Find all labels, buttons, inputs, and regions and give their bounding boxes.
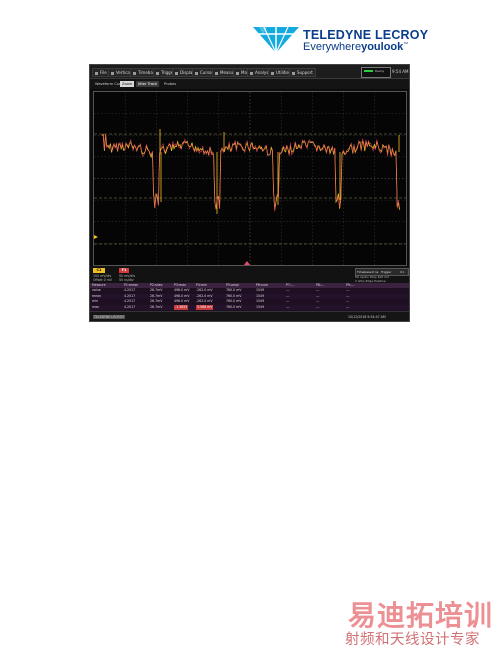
menu-bar: File Vertical Timebase Trigger Display C… xyxy=(90,65,409,79)
table-cell: --- xyxy=(286,288,290,292)
table-cell: 498.0 mV xyxy=(174,299,190,303)
status-footer: TELEDYNE LECROY 10/12/2018 9:54:47 AM xyxy=(90,311,409,321)
table-cell: -262.0 mV xyxy=(196,288,213,292)
table-cell: --- xyxy=(316,293,320,298)
logo-brand-text: TELEDYNE LECROY xyxy=(303,28,429,42)
table-row[interactable]: mean 4.2017 26.7mV 498.0 mV -262.0 mV 760.0 m… xyxy=(90,293,409,299)
table-cell: --- xyxy=(346,293,350,298)
table-cell: 498.0 mV xyxy=(174,293,190,298)
tab-bar: Waveform Cursors Zoom Jitter Track Probe… xyxy=(90,79,409,89)
waveform-grid[interactable] xyxy=(93,91,407,266)
channel-badge-c1[interactable]: C1 xyxy=(93,268,105,273)
function-badge-f1[interactable]: F1 xyxy=(119,268,129,273)
footer-timestamp: 10/12/2018 9:54:47 AM xyxy=(348,315,386,319)
table-cell: max xyxy=(92,304,99,309)
table-cell: 1549 xyxy=(256,293,265,298)
table-cell: 760.0 mV xyxy=(226,299,242,303)
logo-tagline: Everywhereyoulook™ xyxy=(303,41,409,53)
table-cell: --- xyxy=(316,299,320,303)
table-cell: 26.7mV xyxy=(150,288,163,292)
channel-descriptor-area: C1 100 mV/div Offset 0 mV F1 50 mV/div 5… xyxy=(90,266,409,283)
table-cell: --- xyxy=(286,299,290,303)
table-cell: --- xyxy=(286,304,290,309)
table-cell: mean xyxy=(92,293,102,298)
oscilloscope-screenshot: File Vertical Timebase Trigger Display C… xyxy=(89,64,410,322)
table-cell: 1549 xyxy=(256,299,265,303)
table-row[interactable]: value 4.2017 26.7mV 498.0 mV -262.0 mV 760.0 … xyxy=(90,288,409,293)
table-cell: --- xyxy=(346,288,350,292)
table-cell: 26.7mV xyxy=(150,299,163,303)
channel-offset: Offset 0 mV xyxy=(93,278,112,282)
logo-mark-icon xyxy=(253,26,299,54)
table-row[interactable]: max 4.2017 26.7mV -1.3855 3.568 mV 760.0 mV 15… xyxy=(90,304,409,310)
clock: 9:54 AM xyxy=(392,69,409,74)
table-cell: 760.0 mV xyxy=(226,293,242,298)
table-cell: -262.0 mV xyxy=(196,299,213,303)
menu-support[interactable]: Support xyxy=(289,68,316,77)
table-cell: 4.2017 xyxy=(124,288,136,292)
table-cell: 760.0 mV xyxy=(226,304,242,309)
table-cell: 26.7mV xyxy=(150,293,163,298)
table-cell: 760.0 mV xyxy=(226,288,242,292)
table-cell: 26.7mV xyxy=(150,304,163,309)
teledyne-lecroy-logo: TELEDYNE LECROY Everywhereyoulook™ xyxy=(251,25,429,55)
table-cell: --- xyxy=(346,304,350,309)
tab-jitter-track[interactable]: Jitter Track xyxy=(136,81,160,87)
table-cell: 1549 xyxy=(256,288,265,292)
table-cell: -262.0 mV xyxy=(196,293,213,298)
table-cell: 4.2017 xyxy=(124,299,136,303)
table-cell: 1549 xyxy=(256,304,265,309)
watermark-subtitle: 射频和天线设计专家 xyxy=(345,632,480,648)
table-cell: --- xyxy=(286,293,290,298)
function-timebase: 50 ns/div xyxy=(119,278,134,282)
table-cell: 498.0 mV xyxy=(174,288,190,292)
table-cell: --- xyxy=(346,299,350,303)
acquisition-status: Ready xyxy=(361,67,391,78)
tab-probes[interactable]: Probes xyxy=(162,81,178,87)
table-cell: value xyxy=(92,288,101,292)
watermark: 易迪拓培训 射频和天线设计专家 xyxy=(336,591,500,648)
table-cell: --- xyxy=(316,288,320,292)
table-cell: -1.3855 xyxy=(174,304,189,310)
footer-brand: TELEDYNE LECROY xyxy=(93,315,125,319)
table-cell: min xyxy=(92,299,99,303)
tab-zoom[interactable]: Zoom xyxy=(120,81,135,87)
table-row[interactable]: min 4.2017 26.7mV 498.0 mV -262.0 mV 760.0 mV… xyxy=(90,299,409,304)
measurement-table: Measure P1:mean P2:sdev P3:max P4:min P5:ampl… xyxy=(90,283,409,311)
table-cell: 3.568 mV xyxy=(196,304,214,310)
table-cell: --- xyxy=(316,304,320,309)
table-cell: 4.2017 xyxy=(124,293,136,298)
waveform-plot xyxy=(94,92,406,265)
table-cell: 4.2017 xyxy=(124,304,136,309)
